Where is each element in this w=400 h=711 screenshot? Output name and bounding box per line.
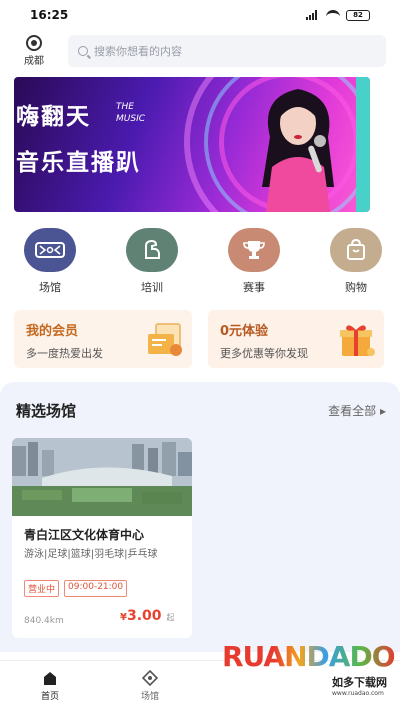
category-shopping[interactable]: 购物 [328, 228, 384, 298]
banner-title-en: THE MUSIC [116, 102, 146, 124]
venue-distance: 840.4km [24, 616, 64, 626]
location-selector[interactable]: 成都 [14, 35, 54, 67]
status-icons: 82 [306, 9, 370, 21]
home-icon [44, 672, 56, 685]
venue-tab-icon [142, 670, 158, 686]
venue-photo [12, 438, 192, 516]
hours-badge: 09:00-21:00 [64, 580, 128, 597]
category-label: 购物 [345, 281, 367, 294]
search-icon [78, 46, 88, 56]
banner-title-line1: 嗨翻天 [16, 103, 91, 130]
top-bar: 成都 搜索你想看的内容 [0, 30, 400, 72]
view-all-link[interactable]: 查看全部 ▸ [328, 402, 386, 419]
venue-sports: 游泳|足球|篮球|羽毛球|乒乓球 [24, 549, 158, 560]
tab-home[interactable]: 首页 [0, 661, 100, 711]
category-label: 培训 [141, 281, 163, 294]
venue-badges: 营业中 09:00-21:00 [24, 580, 128, 597]
category-nav: 场馆 培训 赛事 购物 [0, 228, 400, 298]
tab-venue[interactable]: 场馆 [100, 661, 200, 711]
search-input[interactable]: 搜索你想看的内容 [68, 35, 386, 67]
site-watermark: RUANDADO 如多下载网 www.ruadao.com [206, 636, 395, 704]
singer-illustration [262, 89, 334, 212]
watermark-subtitle: 如多下载网 [332, 676, 387, 689]
featured-venues-section: 精选场馆 查看全部 ▸ 青白江区文化体育中心 游泳|足球|篮球|羽毛球|乒乓球 … [0, 382, 400, 652]
gift-icon [340, 325, 375, 356]
venue-name: 青白江区文化体育中心 [24, 528, 145, 542]
price-symbol: ¥ [120, 612, 127, 623]
free-trial-card[interactable]: 0元体验 更多优惠等你发现 [208, 310, 384, 368]
location-pin-icon [26, 35, 42, 51]
category-venue[interactable]: 场馆 [22, 228, 78, 298]
tab-label: 首页 [40, 692, 59, 702]
category-label: 赛事 [243, 281, 265, 294]
price-unit: 起 [166, 613, 175, 622]
trophy-icon [228, 228, 280, 272]
tab-label: 场馆 [140, 692, 159, 702]
venue-card[interactable]: 青白江区文化体育中心 游泳|足球|篮球|羽毛球|乒乓球 营业中 09:00-21… [12, 438, 192, 638]
category-label: 场馆 [39, 281, 61, 294]
location-label: 成都 [24, 56, 44, 67]
member-card-icon [148, 323, 182, 356]
price-value: 3.00 [126, 608, 162, 624]
muscle-icon [126, 228, 178, 272]
status-badge: 营业中 [24, 580, 60, 597]
status-time: 16:25 [30, 8, 69, 22]
wifi-icon [326, 10, 340, 20]
category-events[interactable]: 赛事 [226, 228, 282, 298]
watermark-url: www.ruadao.com [332, 690, 384, 697]
signal-icon [306, 10, 320, 20]
stadium-icon [24, 228, 76, 272]
membership-card[interactable]: 我的会员 多一度热爱出发 [14, 310, 192, 368]
watermark-logo: RUANDADO [222, 640, 395, 673]
search-placeholder: 搜索你想看的内容 [94, 45, 182, 58]
category-training[interactable]: 培训 [124, 228, 180, 298]
battery-icon: 82 [346, 9, 370, 21]
section-title: 精选场馆 [16, 402, 77, 420]
banner-title-line2: 音乐直播趴 [16, 149, 141, 176]
venue-price: ¥3.00 起 [120, 608, 174, 624]
status-bar: 16:25 82 [0, 0, 400, 30]
view-all-label: 查看全部 [328, 404, 377, 418]
chevron-right-icon: ▸ [379, 404, 386, 418]
promo-banner[interactable]: 嗨翻天 THE MUSIC 音乐直播趴 [14, 77, 370, 212]
banner-next-peek [356, 77, 370, 212]
shopping-bag-icon [330, 228, 382, 272]
